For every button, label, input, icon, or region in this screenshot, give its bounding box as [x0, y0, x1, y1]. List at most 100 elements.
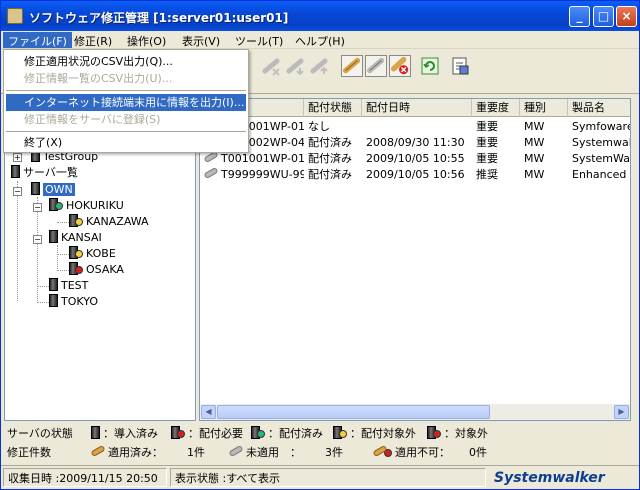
- main-window: ソフトウェア修正管理 [1:server01:user01] _ □ × ファイ…: [0, 0, 640, 490]
- unapplied-icon: [228, 444, 244, 458]
- refresh-icon[interactable]: [419, 55, 441, 77]
- scroll-thumb[interactable]: [217, 405, 490, 419]
- applied-filter-icon[interactable]: [341, 55, 363, 77]
- cell-product: SystemWall: [572, 152, 631, 165]
- cell-severity: 重要: [476, 136, 498, 149]
- server-icon: [49, 294, 58, 307]
- menu-separator: [6, 90, 246, 91]
- tree-label: OWN: [43, 183, 75, 196]
- menu-view[interactable]: 表示(V): [177, 32, 225, 48]
- tree-root[interactable]: サーバ一覧: [11, 165, 78, 181]
- table-row[interactable]: T999999WU-99 配付済み 2009/10/05 10:56 推奨 MW…: [200, 167, 631, 183]
- expander-own[interactable]: −: [13, 187, 22, 196]
- tree-node-kanazawa[interactable]: KANAZAWA: [69, 214, 149, 230]
- legend-installed: ：導入済み: [91, 426, 158, 442]
- menu-fix[interactable]: 修正(R): [69, 32, 117, 48]
- cell-product: Enhanced S: [572, 168, 631, 181]
- scroll-left-arrow[interactable]: ◀: [201, 405, 216, 419]
- list-header: 修正番号 配付状態 配付日時 重要度 種別 製品名: [200, 99, 630, 117]
- applied-icon: [90, 444, 106, 458]
- close-button[interactable]: ×: [616, 6, 637, 27]
- fix-up-icon[interactable]: [309, 55, 331, 77]
- server-icon: [91, 426, 100, 439]
- menu-item-export-internet[interactable]: インターネット接続端末用に情報を出力(I)...: [6, 94, 246, 111]
- server-icon: [49, 278, 58, 291]
- fix-icon: [203, 167, 219, 180]
- table-row[interactable]: T001002WP-04 配付済み 2008/09/30 11:30 重要 MW…: [200, 135, 631, 151]
- horizontal-scrollbar[interactable]: ◀ ▶: [200, 404, 630, 420]
- app-icon: [7, 8, 23, 24]
- cell-product: Systemwall: [572, 136, 631, 149]
- tree-label: TEST: [61, 279, 89, 292]
- menu-tools[interactable]: ツール(T): [230, 32, 288, 48]
- menu-help[interactable]: ヘルプ(H): [290, 32, 350, 48]
- tree-label: HOKURIKU: [66, 199, 124, 212]
- cell-type: MW: [524, 168, 545, 181]
- col-product[interactable]: 製品名: [568, 99, 630, 117]
- menu-separator: [6, 131, 246, 132]
- tree-node-hokuriku[interactable]: HOKURIKU: [49, 198, 124, 214]
- menu-item-register[interactable]: 修正情報をサーバに登録(S): [6, 111, 246, 128]
- cell-severity: 推奨: [476, 168, 498, 181]
- col-type[interactable]: 種別: [520, 99, 568, 117]
- status-collected-time: 収集日時 :2009/11/15 20:50: [3, 468, 167, 487]
- tree-node-kobe[interactable]: KOBE: [69, 246, 116, 262]
- menu-item-csv-status[interactable]: 修正適用状況のCSV出力(Q)...: [6, 53, 246, 70]
- cell-fix-id: T001001WP-01: [200, 151, 304, 167]
- tree-label: KANAZAWA: [86, 215, 149, 228]
- tree-label: サーバ一覧: [23, 166, 78, 179]
- unapplied-filter-icon[interactable]: [365, 55, 387, 77]
- cell-product: Symfoware: [572, 120, 631, 133]
- not-applicable-filter-icon[interactable]: [389, 55, 411, 77]
- legend-excluded: ：対象外: [427, 426, 488, 442]
- window-title: ソフトウェア修正管理 [1:server01:user01]: [29, 11, 289, 25]
- maximize-button[interactable]: □: [593, 6, 614, 27]
- file-menu-dropdown: 修正適用状況のCSV出力(Q)... 修正情報一覧のCSV出力(U)... イン…: [3, 49, 249, 153]
- cell-severity: 重要: [476, 152, 498, 165]
- legend-not-dist: ：配付対象外: [333, 426, 416, 442]
- server-icon: [49, 230, 58, 243]
- fix-down-icon[interactable]: [285, 55, 307, 77]
- menu-item-exit[interactable]: 終了(X): [6, 134, 246, 151]
- fix-list[interactable]: 修正番号 配付状態 配付日時 重要度 種別 製品名 T001001WP-01 な…: [199, 98, 631, 421]
- tree-label: OSAKA: [86, 263, 124, 276]
- export-icon[interactable]: [449, 55, 471, 77]
- tree-label: KANSAI: [61, 231, 102, 244]
- legend-applied-count: 1件: [187, 446, 205, 459]
- menu-file[interactable]: ファイル(F): [3, 32, 72, 48]
- menu-operation[interactable]: 操作(O): [122, 32, 171, 48]
- distributed-badge-icon: [257, 430, 265, 438]
- cell-date: [362, 119, 472, 135]
- tree-node-osaka[interactable]: OSAKA: [69, 262, 124, 278]
- scroll-right-arrow[interactable]: ▶: [614, 405, 629, 419]
- cell-severity: 重要: [476, 120, 498, 133]
- legend-unapplied: 未適用 ：: [228, 444, 301, 461]
- expander-kansai[interactable]: −: [33, 235, 42, 244]
- remove-fix-icon[interactable]: [261, 55, 283, 77]
- table-row[interactable]: T001001WP-01 配付済み 2009/10/05 10:55 重要 MW…: [200, 151, 631, 167]
- minimize-button[interactable]: _: [569, 6, 590, 27]
- menu-item-csv-fixlist[interactable]: 修正情報一覧のCSV出力(U)...: [6, 70, 246, 87]
- col-severity[interactable]: 重要度: [472, 99, 520, 117]
- table-row[interactable]: T001001WP-01 なし 重要 MW Symfoware: [200, 119, 631, 135]
- expander-hokuriku[interactable]: −: [33, 203, 42, 212]
- brand-logo: Systemwalker: [494, 470, 605, 486]
- expander-testgroup[interactable]: +: [13, 153, 22, 162]
- tree-node-test[interactable]: TEST: [49, 278, 88, 294]
- cell-type: MW: [524, 152, 545, 165]
- distributed-badge-icon: [55, 202, 63, 210]
- cell-type: MW: [524, 120, 545, 133]
- tree-node-tokyo[interactable]: TOKYO: [49, 294, 98, 310]
- legend-count-title: 修正件数: [7, 446, 51, 459]
- col-status[interactable]: 配付状態: [304, 99, 362, 117]
- tree-label: KOBE: [86, 247, 116, 260]
- status-view-state: 表示状態 :すべて表示: [170, 468, 486, 487]
- tree-node-kansai[interactable]: KANSAI: [49, 230, 102, 246]
- cell-status: 配付済み: [308, 168, 352, 181]
- col-date[interactable]: 配付日時: [362, 99, 472, 117]
- legend-na-count: 0件: [469, 446, 487, 459]
- legend-unapplied-count: 3件: [325, 446, 343, 459]
- server-icon: [31, 182, 40, 195]
- tree-node-own[interactable]: OWN: [31, 182, 75, 198]
- warning-badge-icon: [339, 430, 347, 438]
